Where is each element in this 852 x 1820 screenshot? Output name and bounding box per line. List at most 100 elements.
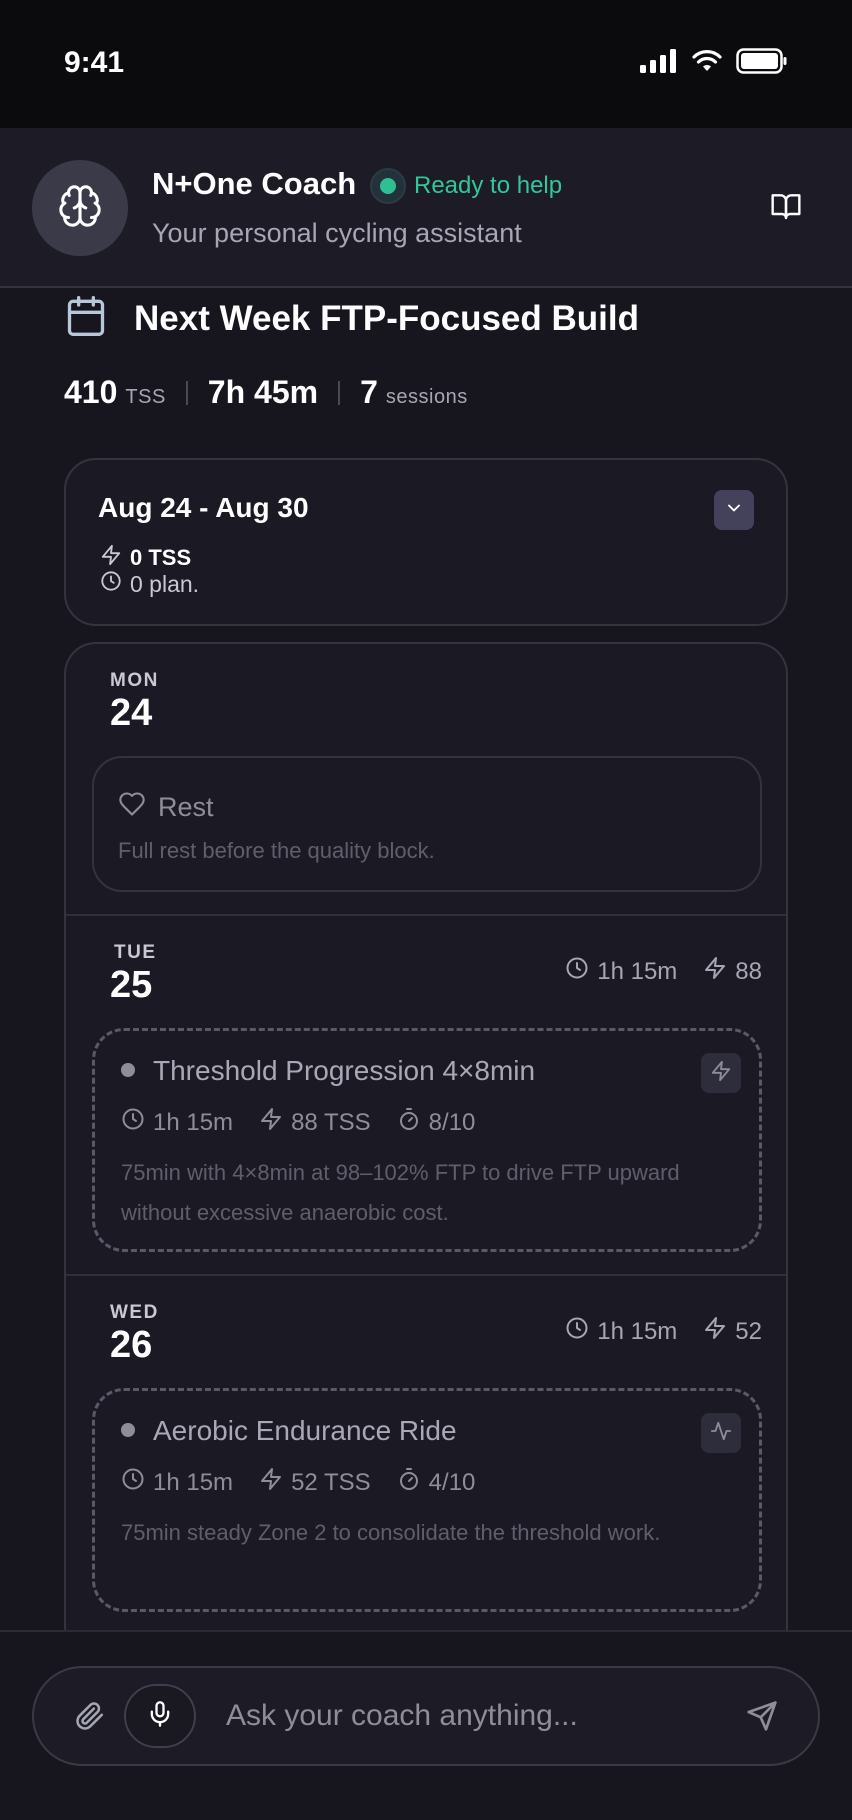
workout-intensity: 8/10 <box>397 1107 476 1138</box>
workout-duration: 1h 15m <box>121 1107 233 1138</box>
rest-description: Full rest before the quality block. <box>118 838 435 863</box>
day-abbr: WED <box>110 1302 159 1323</box>
day-tss-value: 52 <box>735 1317 762 1345</box>
workout-title: Aerobic Endurance Ride <box>153 1415 457 1446</box>
app-screen: 9:41 N+One Coach Ready to help Your pers… <box>0 0 852 1820</box>
day-wednesday: WED 26 1h 15m 52 Aerobic Endurance Ride … <box>66 1276 786 1656</box>
workout-intensity: 4/10 <box>397 1467 476 1498</box>
day-tss-value: 88 <box>735 957 762 985</box>
attach-button[interactable] <box>70 1698 110 1738</box>
week-tss-value: 0 TSS <box>130 545 192 570</box>
stat-divider <box>338 380 341 405</box>
workout-duration: 1h 15m <box>121 1467 233 1498</box>
send-button[interactable] <box>740 1696 784 1740</box>
week-summary-card: Aug 24 - Aug 30 0 TSS 0 plan. <box>64 458 788 626</box>
workout-duration-value: 1h 15m <box>153 1108 234 1136</box>
rest-title: Rest <box>158 792 214 822</box>
status-text: Ready to help <box>414 172 563 199</box>
status-time: 9:41 <box>64 46 125 79</box>
clock-icon <box>565 1316 589 1347</box>
plan-sessions-unit: sessions <box>385 386 468 408</box>
day-duration-value: 1h 15m <box>597 957 678 985</box>
week-planned: 0 plan. <box>100 570 199 598</box>
coach-avatar <box>32 160 128 256</box>
calendar-icon <box>64 294 108 343</box>
bolt-icon <box>710 1060 732 1087</box>
day-summary: 1h 15m 88 <box>565 956 762 987</box>
activity-icon <box>710 1420 732 1447</box>
plan-title-row: Next Week FTP-Focused Build <box>64 294 639 343</box>
days-list: MON 24 Rest Full rest before the quality… <box>64 642 788 1742</box>
plan-title: Next Week FTP-Focused Build <box>134 298 639 338</box>
day-abbr: TUE <box>114 942 157 963</box>
workout-description: 75min with 4×8min at 98–102% FTP to driv… <box>121 1160 680 1225</box>
paperclip-icon <box>75 1701 105 1736</box>
bolt-icon <box>259 1467 283 1498</box>
clock-icon <box>121 1107 145 1138</box>
week-planned-value: 0 plan. <box>130 570 200 597</box>
plan-tss-value: 410 <box>64 374 118 410</box>
week-toggle-button[interactable] <box>714 490 754 530</box>
mic-icon <box>146 1700 174 1733</box>
day-number: 25 <box>110 964 153 1006</box>
workout-tss: 52 TSS <box>259 1467 371 1498</box>
day-duration-value: 1h 15m <box>597 1317 678 1345</box>
plan-stats: 410 TSS 7h 45m 7 sessions <box>64 374 468 411</box>
bolt-icon <box>703 956 727 987</box>
signal-icon <box>640 49 678 78</box>
status-bar: 9:41 <box>0 0 852 128</box>
workout-duration-value: 1h 15m <box>153 1468 234 1496</box>
workout-tss: 88 TSS <box>259 1107 371 1138</box>
workout-card[interactable]: Threshold Progression 4×8min 1h 15m 88 T… <box>92 1028 762 1252</box>
send-icon <box>746 1700 778 1737</box>
rest-title-row: Rest <box>118 790 214 825</box>
timer-icon <box>397 1107 421 1138</box>
week-range: Aug 24 - Aug 30 <box>98 492 309 523</box>
workout-card[interactable]: Aerobic Endurance Ride 1h 15m 52 TSS 4/1… <box>92 1388 762 1612</box>
workout-intensity-value: 8/10 <box>428 1108 476 1136</box>
coach-name: N+One Coach <box>152 166 357 201</box>
mic-button[interactable] <box>124 1684 196 1748</box>
status-icons <box>640 48 788 79</box>
clock-icon <box>565 956 589 987</box>
workout-intensity-value: 4/10 <box>428 1468 476 1496</box>
bolt-icon <box>259 1107 283 1138</box>
book-icon <box>770 190 802 227</box>
day-tss: 52 <box>703 1316 762 1347</box>
day-duration: 1h 15m <box>565 956 677 987</box>
day-number: 26 <box>110 1324 153 1366</box>
workout-meta: 1h 15m 88 TSS 8/10 <box>121 1107 475 1138</box>
day-tss: 88 <box>703 956 762 987</box>
day-abbr: MON <box>110 670 159 691</box>
day-monday: MON 24 Rest Full rest before the quality… <box>66 644 786 916</box>
workout-meta: 1h 15m 52 TSS 4/10 <box>121 1467 475 1498</box>
chat-header: N+One Coach Ready to help Your personal … <box>0 128 852 288</box>
book-button[interactable] <box>766 188 806 228</box>
heart-icon <box>118 790 146 825</box>
brain-icon <box>57 183 103 234</box>
workout-title: Threshold Progression 4×8min <box>153 1055 536 1086</box>
workout-status-dot <box>121 1423 135 1437</box>
workout-description: 75min steady Zone 2 to consolidate the t… <box>121 1520 661 1545</box>
bolt-icon <box>100 544 122 572</box>
coach-subtitle: Your personal cycling assistant <box>152 218 522 248</box>
rest-day-card[interactable]: Rest Full rest before the quality block. <box>92 756 762 892</box>
battery-icon <box>736 48 788 79</box>
chevron-down-icon <box>724 498 744 523</box>
stat-divider <box>185 380 188 405</box>
workout-type-badge <box>701 1413 741 1453</box>
workout-tss-value: 52 TSS <box>291 1468 371 1496</box>
timer-icon <box>397 1467 421 1498</box>
day-tuesday: TUE 25 1h 15m 88 Threshold Progression 4… <box>66 916 786 1276</box>
plan-duration: 7h 45m <box>207 374 319 410</box>
plan-tss-unit: TSS <box>125 386 166 408</box>
clock-icon <box>121 1467 145 1498</box>
workout-tss-value: 88 TSS <box>291 1108 371 1136</box>
message-input[interactable] <box>226 1690 706 1742</box>
week-tss: 0 TSS <box>100 544 191 572</box>
status-indicator: Ready to help <box>370 168 562 204</box>
day-duration: 1h 15m <box>565 1316 677 1347</box>
message-composer <box>32 1666 820 1766</box>
bolt-icon <box>703 1316 727 1347</box>
day-summary: 1h 15m 52 <box>565 1316 762 1347</box>
